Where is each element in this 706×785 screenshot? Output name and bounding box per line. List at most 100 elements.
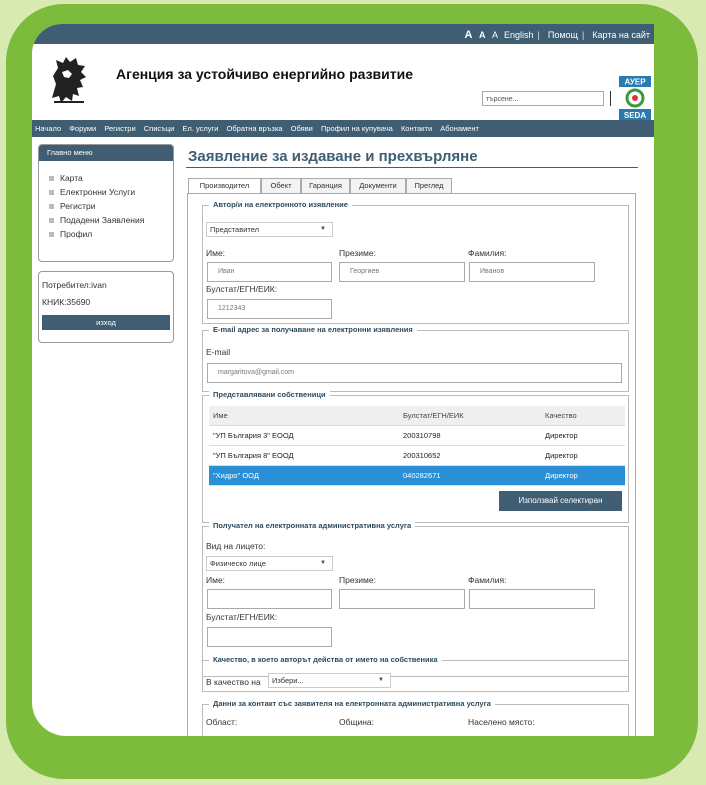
recipient-middle-name-label: Презиме:: [339, 575, 376, 585]
capacity-select-value: Избери...: [272, 676, 304, 685]
owner-role-cell: Директор: [541, 445, 625, 466]
language-link[interactable]: English: [504, 30, 534, 40]
capacity-label: В качество на: [206, 677, 261, 687]
person-type-label: Вид на лицето:: [206, 541, 266, 551]
sidebar-item-label: Регистри: [60, 201, 96, 211]
owner-role-cell: Директор: [541, 465, 625, 486]
email-fieldset: E-mail адрес за получаване на електронни…: [202, 325, 629, 392]
contact-legend: Данни за контакт със заявителя на електр…: [209, 699, 495, 708]
authors-legend: Автор/и на електронното изявление: [209, 200, 352, 209]
middle-name-field[interactable]: Георгиев: [339, 262, 465, 282]
contact-fieldset: Данни за контакт със заявителя на електр…: [202, 699, 629, 736]
recipient-bulstat-field[interactable]: [207, 627, 332, 647]
logo-text-top: АУЕР: [624, 78, 646, 87]
sidebar-item-registers[interactable]: Регистри: [39, 199, 173, 213]
recipient-last-name-field[interactable]: [469, 589, 595, 609]
person-type-value: Физическо лице: [210, 559, 266, 568]
sitemap-link[interactable]: Карта на сайт: [592, 30, 650, 40]
user-knik: КНИК:35690: [42, 297, 91, 307]
bullet-icon: [49, 232, 54, 238]
middle-name-label: Презиме:: [339, 248, 376, 258]
municipality-label: Община:: [339, 717, 375, 727]
owners-legend: Представлявани собственици: [209, 390, 330, 399]
user-box: Потребител:ivan КНИК:35690 изход: [38, 271, 174, 343]
first-name-label: Име:: [206, 248, 226, 258]
divider: |: [581, 30, 585, 40]
recipient-first-name-label: Име:: [206, 575, 226, 585]
agency-title: Агенция за устойчиво енергийно развитие: [116, 66, 414, 82]
tab-documents[interactable]: Документи: [350, 178, 406, 193]
recipient-bulstat-label: Булстат/ЕГН/ЕИК:: [206, 612, 278, 622]
first-name-field[interactable]: Иван: [207, 262, 332, 282]
chevron-down-icon: ▼: [378, 677, 384, 683]
tab-review[interactable]: Преглед: [406, 178, 452, 193]
nav-item[interactable]: Обяви: [291, 124, 313, 133]
table-row[interactable]: "УП България 3" ЕООД 200310798 Директор: [209, 425, 625, 446]
title-underline: [186, 167, 638, 168]
bulstat-field[interactable]: 1212343: [207, 299, 332, 319]
tab-producer[interactable]: Производител: [188, 178, 261, 194]
nav-item[interactable]: Форуми: [69, 124, 96, 133]
sidebar-item-profile[interactable]: Профил: [39, 227, 173, 241]
table-header-row: Име Булстат/ЕГН/ЕИК Качество: [209, 406, 625, 426]
nav-item[interactable]: Списъци: [144, 124, 175, 133]
logout-button[interactable]: изход: [42, 315, 170, 330]
bullet-icon: [49, 190, 54, 196]
use-selected-button[interactable]: Използвай селектиран: [499, 491, 622, 511]
tab-guarantee[interactable]: Гаранция: [301, 178, 350, 193]
chevron-down-icon: ▼: [320, 560, 326, 566]
font-size-large[interactable]: A: [464, 29, 472, 41]
owners-table: Име Булстат/ЕГН/ЕИК Качество "УП Българи…: [209, 406, 625, 486]
nav-item[interactable]: Абонамент: [440, 124, 479, 133]
sidebar-item-label: Карта: [60, 173, 83, 183]
owner-role-cell: Директор: [541, 425, 625, 446]
capacity-legend: Качество, в което авторът действа от име…: [209, 655, 442, 664]
nav-item[interactable]: Профил на купувача: [321, 124, 393, 133]
font-size-medium[interactable]: A: [479, 30, 486, 40]
role-select[interactable]: Представител ▼: [206, 222, 333, 237]
page-title: Заявление за издаване и прехвърляне: [188, 148, 478, 165]
recipient-middle-name-field[interactable]: [339, 589, 465, 609]
owner-name-cell: "УП България 8" ЕООД: [209, 445, 399, 466]
nav-item[interactable]: Контакти: [401, 124, 432, 133]
last-name-label: Фамилия:: [468, 248, 507, 258]
column-header: Име: [209, 406, 399, 426]
sidebar-item-applications[interactable]: Подадени Заявления: [39, 213, 173, 227]
bullet-icon: [49, 218, 54, 224]
email-label: E-mail: [206, 347, 231, 357]
owner-id-cell: 200310652: [399, 445, 541, 466]
owner-name-cell: "Хидро" ООД: [209, 465, 399, 486]
table-row-selected[interactable]: "Хидро" ООД 040282671 Директор: [209, 465, 625, 486]
nav-item[interactable]: Обратна връзка: [227, 124, 283, 133]
sidebar-item-label: Електронни Услуги: [60, 187, 136, 197]
logo-text-bottom: SEDA: [624, 111, 646, 120]
font-size-small[interactable]: A: [492, 30, 498, 40]
owner-id-cell: 040282671: [399, 465, 541, 486]
settlement-label: Населено място:: [468, 717, 535, 727]
site-header: Агенция за устойчиво енергийно развитие …: [32, 44, 654, 122]
sidebar-item-map[interactable]: Карта: [39, 171, 173, 185]
sidebar-item-eservices[interactable]: Електронни Услуги: [39, 185, 173, 199]
email-field[interactable]: margaritova@gmail.com: [207, 363, 622, 383]
table-row[interactable]: "УП България 8" ЕООД 200310652 Директор: [209, 445, 625, 466]
sidebar-item-label: Подадени Заявления: [60, 215, 145, 225]
nav-item[interactable]: Начало: [35, 124, 61, 133]
search-input[interactable]: търсене...: [482, 91, 604, 106]
recipient-legend: Получател на електронната административн…: [209, 521, 416, 530]
sidebar-item-label: Профил: [60, 229, 93, 239]
recipient-first-name-field[interactable]: [207, 589, 332, 609]
capacity-select[interactable]: Избери... ▼: [268, 673, 391, 688]
email-legend: E-mail адрес за получаване на електронни…: [209, 325, 417, 334]
role-select-value: Представител: [210, 225, 260, 234]
main-menu-title: Главно меню: [39, 145, 173, 161]
last-name-field[interactable]: Иванов: [469, 262, 595, 282]
coat-of-arms-lion-icon: [52, 57, 86, 103]
person-type-select[interactable]: Физическо лице ▼: [206, 556, 333, 571]
chevron-down-icon: ▼: [320, 226, 326, 232]
tab-object[interactable]: Обект: [261, 178, 301, 193]
nav-item[interactable]: Регистри: [104, 124, 135, 133]
help-link[interactable]: Помощ: [548, 30, 578, 40]
main-menu-box: Главно меню Карта Електронни Услуги Реги…: [38, 144, 174, 262]
nav-item[interactable]: Ел. услуги: [182, 124, 218, 133]
bullet-icon: [49, 204, 54, 210]
